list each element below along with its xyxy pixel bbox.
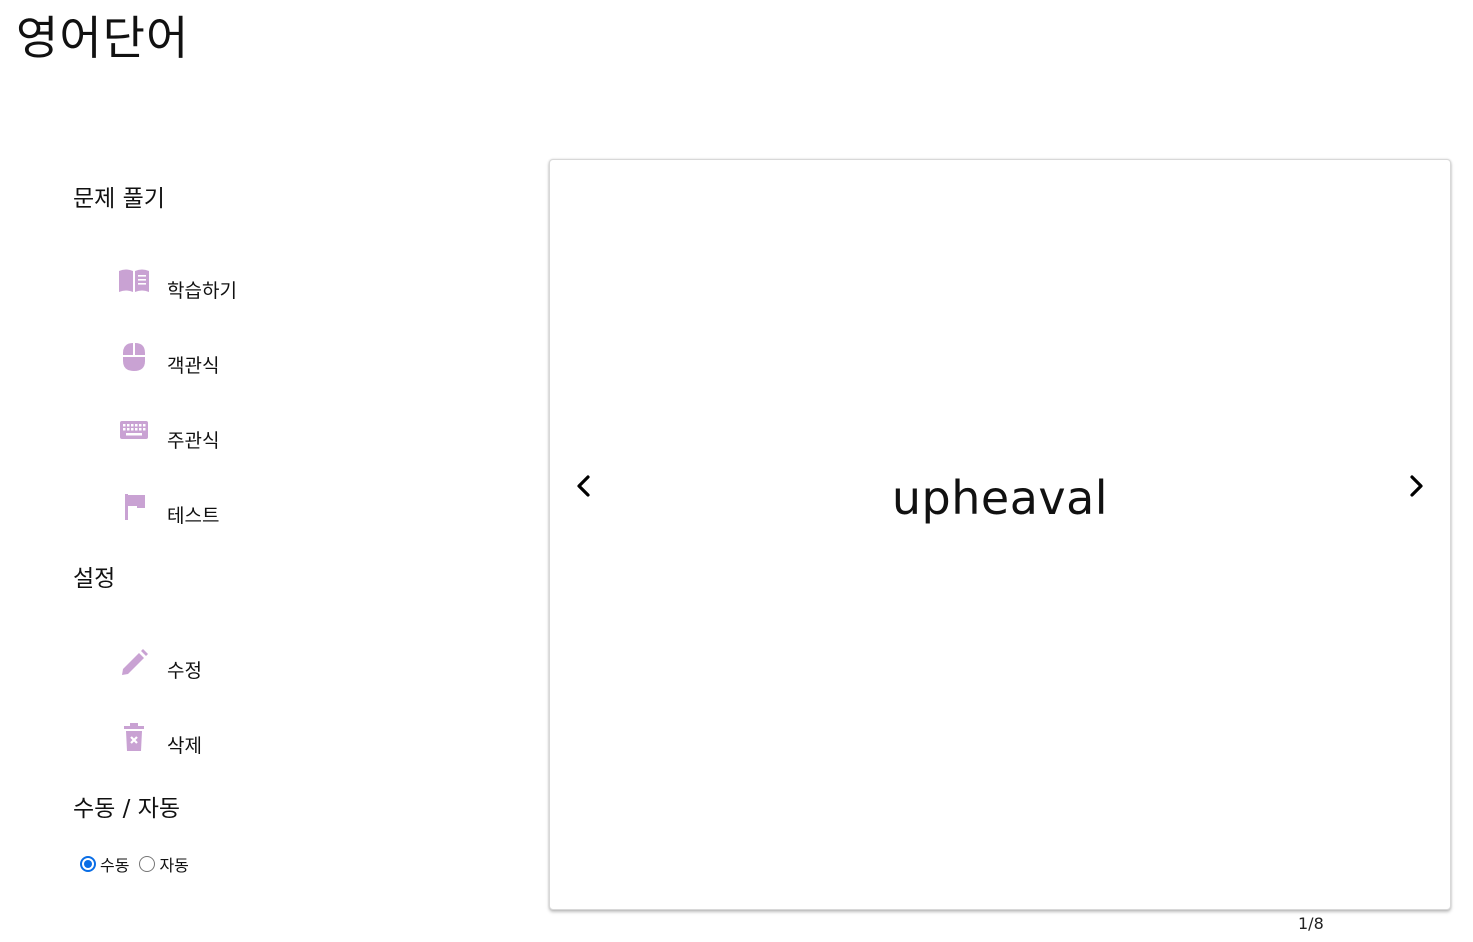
page: 영어단어 문제 풀기 학습하기 객관식 주관식 테스트 설정 수정 삭제 수동 … <box>0 0 1473 942</box>
auto-radio-label: 자동 <box>159 856 189 875</box>
practice-section-title: 문제 풀기 <box>73 186 165 212</box>
menu-item-edit-label: 수정 <box>167 660 202 682</box>
manual-radio-label: 수동 <box>100 856 130 875</box>
menu-item-study-label: 학습하기 <box>167 280 237 302</box>
menu-item-study[interactable]: 학습하기 <box>117 268 237 308</box>
settings-section-title: 설정 <box>73 566 116 592</box>
trash-icon <box>117 720 151 754</box>
menu-item-test[interactable]: 테스트 <box>117 493 219 533</box>
menu-item-short-answer-label: 주관식 <box>167 430 220 452</box>
mode-section-title: 수동 / 자동 <box>73 796 181 822</box>
menu-item-delete[interactable]: 삭제 <box>117 723 202 763</box>
mode-option-manual[interactable]: 수동 <box>78 852 129 876</box>
flashcard-word: upheaval <box>891 471 1109 525</box>
card-counter: 1/8 <box>1298 914 1324 933</box>
menu-item-multiple-choice-label: 객관식 <box>167 355 220 377</box>
mode-option-auto[interactable]: 자동 <box>137 852 189 876</box>
mouse-icon <box>117 340 151 374</box>
manual-radio[interactable] <box>80 856 96 872</box>
next-card-button[interactable] <box>1402 472 1430 500</box>
auto-radio[interactable] <box>139 856 156 872</box>
pencil-icon <box>117 645 151 679</box>
menu-item-multiple-choice[interactable]: 객관식 <box>117 343 219 383</box>
menu-item-short-answer[interactable]: 주관식 <box>117 418 219 458</box>
menu-item-edit[interactable]: 수정 <box>117 648 202 688</box>
keyboard-icon <box>117 415 151 449</box>
flashcard[interactable]: upheaval <box>549 159 1451 910</box>
sidebar: 문제 풀기 학습하기 객관식 주관식 테스트 설정 수정 삭제 수동 / 자동 … <box>0 0 520 942</box>
menu-item-delete-label: 삭제 <box>167 735 202 757</box>
book-open-icon <box>117 265 151 299</box>
chevron-right-icon <box>1410 475 1423 497</box>
menu-item-test-label: 테스트 <box>167 505 220 527</box>
flag-icon <box>117 490 151 524</box>
mode-radio-group: 수동 자동 <box>78 852 197 876</box>
